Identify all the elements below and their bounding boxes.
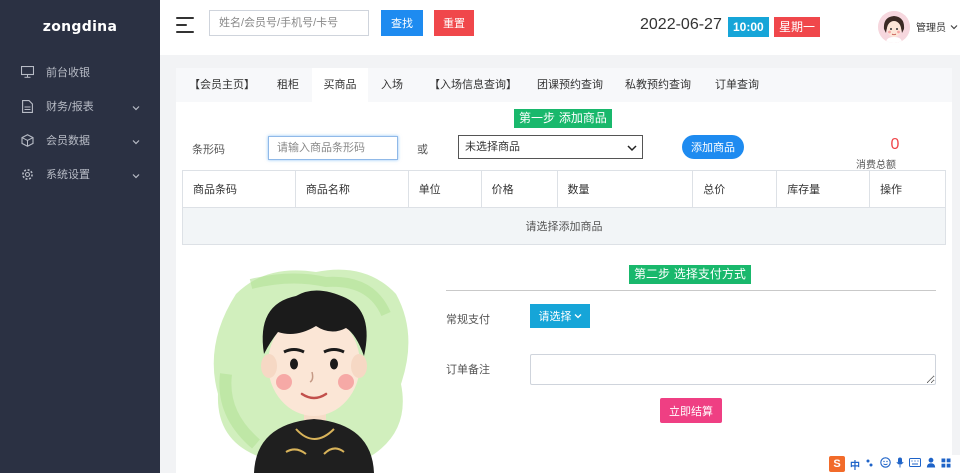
order-note-label: 订单备注 bbox=[446, 363, 490, 376]
sidebar-item-members[interactable]: 会员数据 bbox=[0, 123, 160, 157]
payment-method-value: 请选择 bbox=[538, 311, 572, 323]
payment-label: 常规支付 bbox=[446, 313, 490, 326]
checkout-button[interactable]: 立即结算 bbox=[660, 398, 722, 423]
step2-title: 第二步 选择支付方式 bbox=[629, 265, 751, 284]
sidebar: zongdina 前台收银 财务/报表 会员数据 系统设置 bbox=[0, 0, 160, 473]
order-note-input[interactable] bbox=[530, 354, 936, 385]
column-header: 单位 bbox=[407, 170, 482, 208]
chevron-down-icon bbox=[132, 169, 140, 182]
punctuation-icon[interactable] bbox=[865, 458, 875, 471]
monitor-icon bbox=[20, 65, 34, 79]
column-header: 商品名称 bbox=[294, 170, 409, 208]
or-label: 或 bbox=[417, 143, 428, 156]
column-header: 操作 bbox=[869, 170, 946, 208]
grid-icon[interactable] bbox=[941, 458, 951, 471]
column-header: 价格 bbox=[480, 170, 558, 208]
tab-entry-query[interactable]: 【入场信息查询】 bbox=[426, 68, 520, 102]
tab-member-home[interactable]: 【会员主页】 bbox=[182, 68, 262, 102]
menu-toggle-icon[interactable] bbox=[176, 17, 194, 35]
chevron-down-icon bbox=[132, 101, 140, 114]
payment-method-dropdown[interactable]: 请选择 bbox=[530, 304, 590, 328]
tab-buy-goods[interactable]: 买商品 bbox=[312, 68, 368, 102]
member-search-input[interactable] bbox=[209, 10, 369, 36]
document-icon bbox=[20, 99, 34, 113]
sidebar-item-label: 财务/报表 bbox=[46, 100, 94, 113]
chevron-down-icon[interactable] bbox=[950, 19, 958, 33]
chevron-down-icon bbox=[132, 135, 140, 148]
sidebar-item-cashier[interactable]: 前台收银 bbox=[0, 55, 160, 89]
table-row: 请选择添加商品 bbox=[182, 207, 946, 245]
tab-coach-booking[interactable]: 私教预约查询 bbox=[622, 68, 694, 102]
brand-logo: zongdina bbox=[42, 19, 118, 35]
tab-entry[interactable]: 入场 bbox=[372, 68, 412, 102]
sidebar-item-label: 会员数据 bbox=[46, 134, 90, 147]
microphone-icon[interactable] bbox=[896, 457, 904, 471]
reset-button[interactable]: 重置 bbox=[434, 10, 474, 36]
column-header: 商品条码 bbox=[182, 170, 296, 208]
product-select[interactable]: 未选择商品 bbox=[458, 135, 643, 159]
tab-class-booking[interactable]: 团课预约查询 bbox=[532, 68, 608, 102]
main-panel: 【会员主页】 租柜 买商品 入场 【入场信息查询】 团课预约查询 私教预约查询 … bbox=[176, 68, 952, 473]
ime-logo[interactable]: S bbox=[829, 456, 845, 472]
table-header-row: 商品条码 商品名称 单位 价格 数量 总价 库存量 操作 bbox=[182, 170, 946, 208]
add-product-button[interactable]: 添加商品 bbox=[682, 135, 744, 159]
tab-orders[interactable]: 订单查询 bbox=[710, 68, 764, 102]
cart-table: 商品条码 商品名称 单位 价格 数量 总价 库存量 操作 请选择添加商品 bbox=[182, 170, 946, 245]
ime-language-toggle[interactable]: 中 bbox=[850, 457, 860, 472]
tab-bar: 【会员主页】 租柜 买商品 入场 【入场信息查询】 团课预约查询 私教预约查询 … bbox=[176, 68, 952, 102]
current-time-badge: 10:00 bbox=[728, 17, 769, 37]
user-icon[interactable] bbox=[926, 457, 936, 471]
barcode-input[interactable] bbox=[268, 136, 398, 160]
weekday-badge: 星期一 bbox=[774, 17, 821, 37]
tab-locker[interactable]: 租柜 bbox=[268, 68, 308, 102]
ime-toolbar: S 中 bbox=[826, 455, 960, 473]
chevron-down-icon bbox=[627, 142, 637, 155]
sidebar-item-finance[interactable]: 财务/报表 bbox=[0, 89, 160, 123]
top-header: 查找 重置 2022-06-27 10:00 星期一 管理员 bbox=[160, 0, 960, 55]
admin-name[interactable]: 管理员 bbox=[916, 19, 946, 34]
empty-cart-message: 请选择添加商品 bbox=[182, 207, 946, 245]
total-amount-label: 消费总额 bbox=[856, 160, 896, 171]
column-header: 总价 bbox=[692, 170, 778, 208]
barcode-label: 条形码 bbox=[192, 143, 225, 156]
column-header: 数量 bbox=[556, 170, 694, 208]
sidebar-item-settings[interactable]: 系统设置 bbox=[0, 157, 160, 191]
user-avatar[interactable] bbox=[878, 11, 910, 43]
current-date: 2022-06-27 bbox=[640, 16, 722, 33]
search-button[interactable]: 查找 bbox=[381, 10, 423, 36]
step1-title: 第一步 添加商品 bbox=[514, 109, 612, 128]
gear-icon bbox=[20, 167, 34, 181]
cube-icon bbox=[20, 133, 34, 147]
column-header: 库存量 bbox=[776, 170, 871, 208]
total-amount: 0 bbox=[890, 136, 900, 153]
step2-divider bbox=[446, 290, 936, 291]
cartoon-illustration bbox=[196, 254, 426, 473]
chevron-down-icon bbox=[574, 310, 582, 322]
sidebar-item-label: 系统设置 bbox=[46, 168, 90, 181]
keyboard-icon[interactable] bbox=[909, 458, 921, 470]
product-select-value: 未选择商品 bbox=[465, 140, 520, 153]
emoji-icon[interactable] bbox=[880, 457, 891, 471]
sidebar-item-label: 前台收银 bbox=[46, 66, 90, 79]
